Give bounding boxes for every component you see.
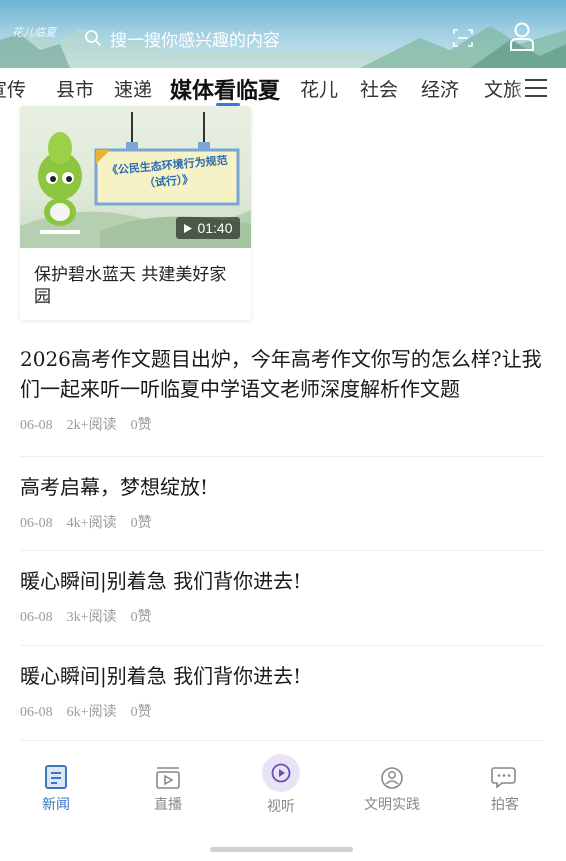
tab-propaganda[interactable]: 宣传 <box>0 75 26 102</box>
nav-live-label: 直播 <box>154 797 182 813</box>
divider <box>20 456 544 457</box>
news-meta: 06-08 4k+阅读 0赞 <box>20 512 544 532</box>
nav-audiovisual[interactable]: 视听 <box>241 796 321 816</box>
play-icon <box>271 763 291 783</box>
play-icon <box>184 223 193 233</box>
news-icon <box>45 765 67 789</box>
news-likes: 0赞 <box>130 610 152 625</box>
news-date: 06-08 <box>20 516 53 531</box>
tab-counties[interactable]: 县市 <box>56 75 94 102</box>
news-reads: 4k+阅读 <box>66 516 117 531</box>
category-tabs: 宣传 县市 速递 媒体看临夏 花儿 社会 经济 文旅 <box>0 68 566 110</box>
search-bar[interactable]: 搜一搜你感兴趣的内容 <box>84 23 444 53</box>
video-card[interactable]: 《公民生态环境行为规范（试行）》 01:40 保护碧水蓝天 共建美好家园 <box>20 106 251 320</box>
scan-icon[interactable] <box>452 27 474 49</box>
news-item[interactable]: 暖心瞬间|别着急 我们背你进去! 06-08 3k+阅读 0赞 <box>20 566 544 626</box>
nav-live[interactable]: 直播 <box>128 764 208 814</box>
nav-paike[interactable]: 拍客 <box>465 764 545 814</box>
tab-economy[interactable]: 经济 <box>421 75 459 102</box>
search-icon <box>85 30 101 46</box>
news-likes: 0赞 <box>130 418 152 433</box>
news-date: 06-08 <box>20 418 53 433</box>
news-title[interactable]: 暖心瞬间|别着急 我们背你进去! <box>20 566 544 596</box>
news-meta: 06-08 3k+阅读 0赞 <box>20 606 544 626</box>
news-title[interactable]: 高考启幕，梦想绽放! <box>20 472 544 502</box>
video-thumbnail[interactable]: 《公民生态环境行为规范（试行）》 01:40 <box>20 106 251 248</box>
nav-audiovisual-label: 视听 <box>267 799 295 815</box>
nav-paike-label: 拍客 <box>491 797 519 813</box>
civilization-icon <box>381 767 403 789</box>
live-icon <box>156 767 180 789</box>
center-play-button[interactable] <box>262 754 300 792</box>
video-duration: 01:40 <box>176 217 240 239</box>
divider <box>20 550 544 551</box>
nav-news-label: 新闻 <box>42 797 70 813</box>
divider <box>20 645 544 646</box>
news-reads: 6k+阅读 <box>66 705 117 720</box>
news-reads: 2k+阅读 <box>66 418 117 433</box>
app-header: 花儿临夏 搜一搜你感兴趣的内容 <box>0 0 566 68</box>
news-likes: 0赞 <box>130 705 152 720</box>
chat-icon <box>491 767 516 789</box>
video-title[interactable]: 保护碧水蓝天 共建美好家园 <box>34 264 234 308</box>
tab-huaer[interactable]: 花儿 <box>300 75 338 102</box>
user-profile-icon[interactable] <box>506 20 538 52</box>
tab-express[interactable]: 速递 <box>114 75 152 102</box>
search-placeholder: 搜一搜你感兴趣的内容 <box>110 30 280 50</box>
nav-news[interactable]: 新闻 <box>16 764 96 814</box>
news-date: 06-08 <box>20 610 53 625</box>
news-title[interactable]: 暖心瞬间|别着急 我们背你进去! <box>20 661 544 691</box>
tab-media-linxia[interactable]: 媒体看临夏 <box>170 73 280 105</box>
news-date: 06-08 <box>20 705 53 720</box>
divider <box>20 740 544 741</box>
duration-text: 01:40 <box>197 220 233 236</box>
nav-civilization[interactable]: 文明实践 <box>352 764 432 814</box>
news-reads: 3k+阅读 <box>66 610 117 625</box>
news-meta: 06-08 6k+阅读 0赞 <box>20 701 544 721</box>
news-likes: 0赞 <box>130 516 152 531</box>
news-title[interactable]: 2026高考作文题目出炉，今年高考作文你写的怎么样?让我们一起来听一听临夏中学语… <box>20 344 544 404</box>
bottom-navigation: 新闻 直播 视听 文明实践 拍客 <box>0 744 566 861</box>
tab-society[interactable]: 社会 <box>360 75 398 102</box>
app-logo[interactable]: 花儿临夏 <box>12 24 68 48</box>
home-indicator <box>210 847 353 852</box>
news-item[interactable]: 2026高考作文题目出炉，今年高考作文你写的怎么样?让我们一起来听一听临夏中学语… <box>20 344 544 434</box>
news-meta: 06-08 2k+阅读 0赞 <box>20 414 544 434</box>
nav-civilization-label: 文明实践 <box>364 797 420 813</box>
menu-icon[interactable] <box>525 79 547 97</box>
news-item[interactable]: 暖心瞬间|别着急 我们背你进去! 06-08 6k+阅读 0赞 <box>20 661 544 721</box>
news-item[interactable]: 高考启幕，梦想绽放! 06-08 4k+阅读 0赞 <box>20 472 544 532</box>
